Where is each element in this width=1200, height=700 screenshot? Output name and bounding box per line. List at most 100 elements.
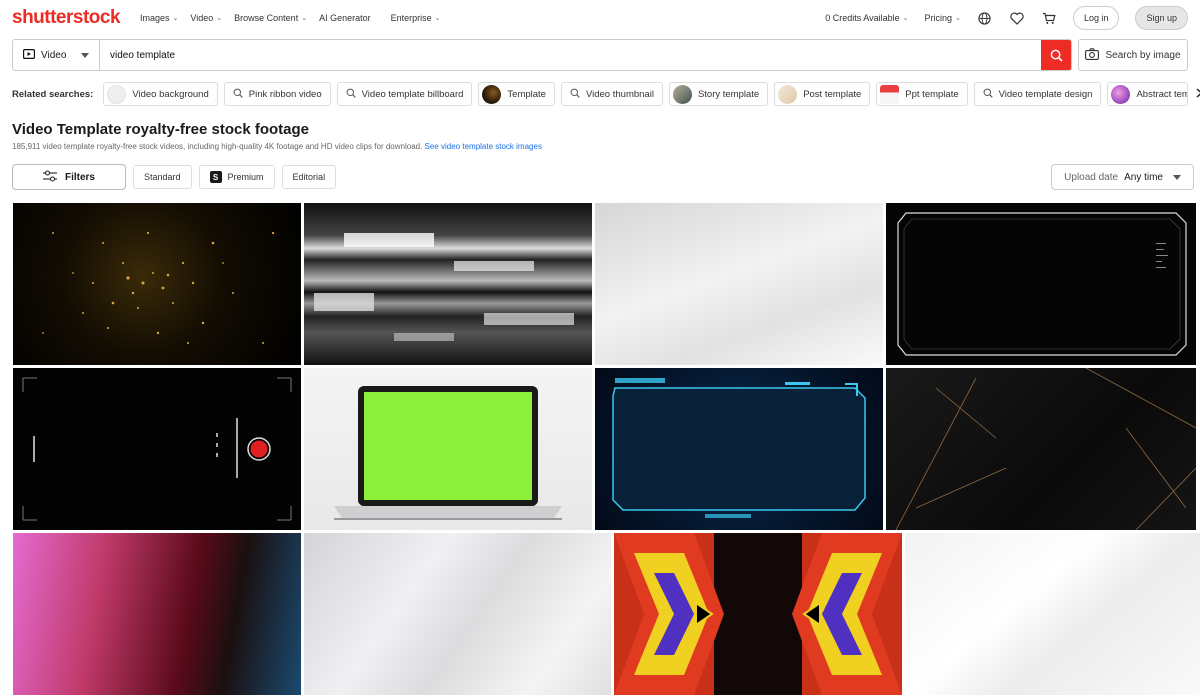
related-chip-video-template-design[interactable]: Video template design — [973, 82, 1102, 106]
chip-label: Ppt template — [905, 88, 959, 100]
chip-label: Pink ribbon video — [248, 88, 322, 100]
chip-thumbnail — [1111, 84, 1131, 104]
chip-label: Video background — [132, 88, 209, 100]
shutterstock-logo[interactable]: shutterstock — [12, 7, 121, 29]
chip-thumbnail — [482, 84, 502, 104]
nav-browse-content[interactable]: Browse Content ⌄ — [234, 13, 307, 23]
nav-right-group: 0 Credits Available ⌄ Pricing ⌄ Log in Sig… — [825, 6, 1188, 30]
nav-ai-generator-label: AI Generator — [319, 13, 371, 23]
chip-thumbnail — [107, 84, 127, 104]
result-laptop-green-screen[interactable] — [304, 368, 592, 530]
tab-standard[interactable]: Standard — [133, 165, 192, 189]
filters-row: Filters Standard S Premium Editorial Uplo… — [12, 164, 1194, 190]
chip-thumbnail — [672, 84, 692, 104]
chip-label: Template — [507, 88, 546, 100]
chip-label: Video thumbnail — [585, 88, 654, 100]
search-icon — [570, 88, 580, 101]
related-chip-video-thumbnail[interactable]: Video thumbnail — [560, 82, 663, 106]
nav-images-label: Images — [140, 13, 170, 23]
result-hud-frame[interactable] — [886, 203, 1196, 365]
nav-enterprise[interactable]: Enterprise ⌄ — [391, 13, 441, 23]
credits-menu[interactable]: 0 Credits Available ⌄ — [825, 13, 908, 23]
nav-images[interactable]: Images ⌄ — [140, 13, 178, 23]
search-input[interactable] — [100, 40, 1041, 70]
see-images-link[interactable]: See video template stock images — [425, 142, 542, 151]
chip-thumbnail — [778, 84, 798, 104]
page-subtitle: 185,911 video template royalty-free stoc… — [12, 142, 542, 151]
media-type-label: Video — [41, 49, 67, 61]
related-chip-template[interactable]: Template — [478, 82, 555, 106]
chip-label: Story template — [697, 88, 760, 100]
related-chip-abstract-template[interactable]: Abstract temp — [1107, 82, 1189, 106]
chevron-right-icon[interactable] — [1196, 87, 1200, 101]
gold-lines-art — [895, 368, 1196, 530]
search-by-image-label: Search by image — [1105, 49, 1181, 61]
tab-premium-label: Premium — [227, 172, 264, 182]
tab-editorial[interactable]: Editorial — [281, 165, 337, 189]
tab-editorial-label: Editorial — [292, 172, 326, 182]
search-icon — [983, 88, 993, 101]
chevron-down-icon: ⌄ — [216, 15, 223, 22]
tab-premium[interactable]: S Premium — [198, 165, 275, 189]
chevron-down-icon: ⌄ — [902, 15, 909, 22]
result-white-polygon[interactable] — [905, 533, 1200, 695]
hud-frame-art — [897, 212, 1187, 356]
login-button[interactable]: Log in — [1072, 6, 1120, 30]
related-chip-post-template[interactable]: Post template — [774, 82, 871, 106]
top-navigation: shutterstock Images ⌄ Video ⌄ Browse Conte… — [0, 0, 1200, 36]
search-row: Video Search by image — [12, 39, 1188, 71]
search-box: Video — [12, 39, 1072, 71]
chevron-down-icon: ⌄ — [172, 15, 179, 22]
filters-button[interactable]: Filters — [12, 164, 126, 190]
kaleidoscope-art — [614, 533, 902, 695]
related-chip-pink-ribbon-video[interactable]: Pink ribbon video — [223, 82, 331, 106]
media-type-select[interactable]: Video — [13, 40, 100, 70]
nav-video-label: Video — [190, 13, 214, 23]
camera-icon — [1085, 47, 1100, 63]
related-chip-video-background[interactable]: Video background — [103, 82, 218, 106]
related-searches: Related searches: Video background Pink … — [12, 82, 1200, 106]
cart-icon[interactable] — [1041, 10, 1057, 26]
related-chip-ppt-template[interactable]: Ppt template — [876, 82, 968, 106]
result-white-gradient[interactable] — [595, 203, 883, 365]
signup-button[interactable]: Sign up — [1135, 6, 1188, 30]
chevron-down-icon — [1173, 172, 1181, 183]
result-camera-recording[interactable] — [13, 368, 301, 530]
result-gold-particles[interactable] — [13, 203, 301, 365]
premium-badge-icon: S — [209, 171, 222, 183]
sort-value: Any time — [1124, 171, 1163, 183]
result-glitch-noise[interactable] — [304, 203, 592, 365]
result-gold-lines-dark[interactable] — [886, 368, 1196, 530]
search-icon — [346, 88, 356, 101]
video-icon — [23, 48, 36, 62]
chip-label: Video template design — [998, 88, 1093, 100]
search-by-image-button[interactable]: Search by image — [1078, 39, 1188, 71]
result-kaleidoscope-tunnel[interactable] — [614, 533, 902, 695]
nav-ai-generator[interactable]: AI Generator — [319, 13, 371, 23]
pricing-menu[interactable]: Pricing ⌄ — [925, 13, 961, 23]
result-pink-blue-gradient[interactable] — [13, 533, 301, 695]
camera-ui-art — [22, 377, 292, 521]
globe-icon[interactable] — [977, 10, 993, 26]
search-button[interactable] — [1041, 40, 1071, 70]
chevron-down-icon: ⌄ — [955, 15, 961, 22]
laptop-art — [334, 386, 562, 520]
heart-icon[interactable] — [1009, 10, 1025, 26]
search-icon — [1050, 49, 1063, 62]
related-searches-label: Related searches: — [12, 88, 94, 100]
nav-browse-content-label: Browse Content — [234, 13, 299, 23]
related-chip-story-template[interactable]: Story template — [668, 82, 769, 106]
filters-label: Filters — [64, 171, 95, 183]
page-title: Video Template royalty-free stock footag… — [12, 121, 310, 138]
sort-dropdown[interactable]: Upload date Any time — [1051, 164, 1194, 190]
result-silver-abstract[interactable] — [304, 533, 611, 695]
chip-label: Post template — [803, 88, 862, 100]
related-chip-video-template-billboard[interactable]: Video template billboard — [336, 82, 473, 106]
chevron-down-icon — [81, 50, 89, 61]
pricing-label: Pricing — [924, 13, 953, 23]
chevron-down-icon: ⌄ — [434, 15, 441, 22]
result-blue-hud-frame[interactable] — [595, 368, 883, 530]
nav-video[interactable]: Video ⌄ — [190, 13, 222, 23]
search-icon — [233, 88, 243, 101]
blue-hud-art — [612, 378, 866, 518]
